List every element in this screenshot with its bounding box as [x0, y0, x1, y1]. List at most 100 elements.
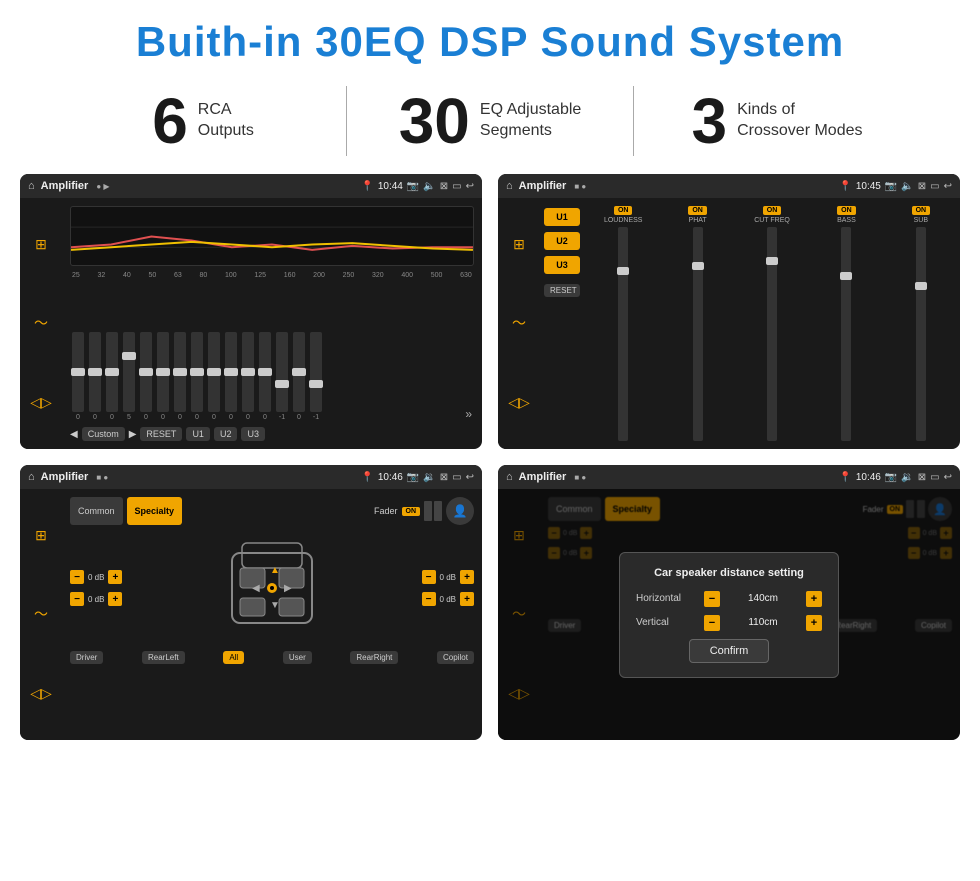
eq-slider-track-3[interactable] [123, 332, 135, 412]
db-plus-bl[interactable]: + [108, 592, 122, 606]
home-icon-2[interactable]: ⌂ [506, 180, 513, 192]
db-minus-br[interactable]: − [422, 592, 436, 606]
eq-slider-thumb-4[interactable] [139, 368, 153, 376]
back-icon-4[interactable]: ↩ [944, 472, 952, 483]
eq-slider-track-1[interactable] [89, 332, 101, 412]
ctrl-sidebar-icon3[interactable]: ◁▷ [508, 394, 530, 411]
eq-slider-thumb-2[interactable] [105, 368, 119, 376]
sub-thumb[interactable] [915, 282, 927, 290]
fader-track-1[interactable] [424, 501, 432, 521]
u1-button[interactable]: U1 [186, 427, 210, 441]
db-minus-bl[interactable]: − [70, 592, 84, 606]
eq-slider-thumb-7[interactable] [190, 368, 204, 376]
reset-button[interactable]: RESET [140, 427, 182, 441]
bass-thumb[interactable] [840, 272, 852, 280]
spk-sidebar-icon3[interactable]: ◁▷ [30, 685, 52, 702]
driver-btn[interactable]: Driver [70, 651, 103, 664]
eq-slider-track-7[interactable] [191, 332, 203, 412]
eq-slider-track-9[interactable] [225, 332, 237, 412]
eq-slider-track-11[interactable] [259, 332, 271, 412]
eq-slider-thumb-6[interactable] [173, 368, 187, 376]
eq-slider-track-12[interactable] [276, 332, 288, 412]
back-icon-3[interactable]: ↩ [466, 472, 474, 483]
vertical-minus-btn[interactable]: − [704, 615, 720, 631]
eq-slider-thumb-12[interactable] [275, 380, 289, 388]
fader-track-2[interactable] [434, 501, 442, 521]
eq-slider-thumb-14[interactable] [309, 380, 323, 388]
home-icon[interactable]: ⌂ [28, 180, 35, 192]
eq-slider-thumb-10[interactable] [241, 368, 255, 376]
reset-preset-btn[interactable]: RESET [544, 284, 580, 297]
eq-slider-thumb-9[interactable] [224, 368, 238, 376]
phat-thumb[interactable] [692, 262, 704, 270]
db-plus-tl[interactable]: + [108, 570, 122, 584]
sub-slider[interactable] [916, 227, 926, 441]
bass-on-btn[interactable]: ON [837, 206, 856, 215]
rear-right-btn[interactable]: RearRight [350, 651, 398, 664]
u3-button[interactable]: U3 [241, 427, 265, 441]
eq-slider-track-0[interactable] [72, 332, 84, 412]
user-btn[interactable]: User [283, 651, 312, 664]
back-icon[interactable]: ↩ [466, 181, 474, 192]
rear-left-btn[interactable]: RearLeft [142, 651, 185, 664]
eq-slider-thumb-11[interactable] [258, 368, 272, 376]
db-plus-br[interactable]: + [460, 592, 474, 606]
loudness-on-btn[interactable]: ON [614, 206, 633, 215]
vertical-plus-btn[interactable]: + [806, 615, 822, 631]
u3-preset-btn[interactable]: U3 [544, 256, 580, 274]
eq-more-icon[interactable]: » [465, 407, 472, 421]
eq-slider-track-2[interactable] [106, 332, 118, 412]
eq-slider-thumb-13[interactable] [292, 368, 306, 376]
next-button[interactable]: ▶ [129, 429, 137, 440]
spk-sidebar-icon2[interactable]: 〜 [34, 604, 48, 624]
home-icon-4[interactable]: ⌂ [506, 471, 513, 483]
eq-slider-track-14[interactable] [310, 332, 322, 412]
custom-button[interactable]: Custom [82, 427, 125, 441]
eq-slider-thumb-1[interactable] [88, 368, 102, 376]
horizontal-minus-btn[interactable]: − [704, 591, 720, 607]
eq-slider-thumb-5[interactable] [156, 368, 170, 376]
eq-slider-track-4[interactable] [140, 332, 152, 412]
stat-rca: 6 RCAOutputs [60, 89, 346, 153]
all-btn[interactable]: All [223, 651, 244, 664]
prev-button[interactable]: ◀ [70, 429, 78, 440]
u1-preset-btn[interactable]: U1 [544, 208, 580, 226]
eq-slider-track-13[interactable] [293, 332, 305, 412]
eq-slider-track-10[interactable] [242, 332, 254, 412]
eq-slider-track-8[interactable] [208, 332, 220, 412]
cutfreq-thumb[interactable] [766, 257, 778, 265]
spk-sidebar-icon1[interactable]: ⊞ [35, 527, 47, 544]
loudness-thumb[interactable] [617, 267, 629, 275]
eq-slider-thumb-8[interactable] [207, 368, 221, 376]
eq-slider-track-5[interactable] [157, 332, 169, 412]
sub-on-btn[interactable]: ON [912, 206, 931, 215]
eq-slider-track-6[interactable] [174, 332, 186, 412]
eq-sidebar-icon3[interactable]: ◁▷ [30, 394, 52, 411]
fader-on-btn[interactable]: ON [402, 507, 421, 516]
tab-common[interactable]: Common [70, 497, 123, 525]
back-icon-2[interactable]: ↩ [944, 181, 952, 192]
phat-slider[interactable] [693, 227, 703, 441]
copilot-btn[interactable]: Copilot [437, 651, 474, 664]
horizontal-plus-btn[interactable]: + [806, 591, 822, 607]
db-minus-tr[interactable]: − [422, 570, 436, 584]
db-plus-tr[interactable]: + [460, 570, 474, 584]
ctrl-sidebar-icon2[interactable]: 〜 [512, 313, 526, 333]
user-icon[interactable]: 👤 [446, 497, 474, 525]
db-minus-tl[interactable]: − [70, 570, 84, 584]
confirm-button[interactable]: Confirm [689, 639, 770, 663]
bass-slider[interactable] [841, 227, 851, 441]
cutfreq-slider[interactable] [767, 227, 777, 441]
tab-specialty[interactable]: Specialty [127, 497, 183, 525]
home-icon-3[interactable]: ⌂ [28, 471, 35, 483]
cutfreq-on-btn[interactable]: ON [763, 206, 782, 215]
u2-preset-btn[interactable]: U2 [544, 232, 580, 250]
ctrl-sidebar-icon1[interactable]: ⊞ [513, 236, 525, 253]
loudness-slider[interactable] [618, 227, 628, 441]
phat-on-btn[interactable]: ON [688, 206, 707, 215]
eq-slider-thumb-0[interactable] [71, 368, 85, 376]
eq-sidebar-icon2[interactable]: 〜 [34, 313, 48, 333]
u2-button[interactable]: U2 [214, 427, 238, 441]
eq-slider-thumb-3[interactable] [122, 352, 136, 360]
eq-sidebar-icon1[interactable]: ⊞ [35, 236, 47, 253]
